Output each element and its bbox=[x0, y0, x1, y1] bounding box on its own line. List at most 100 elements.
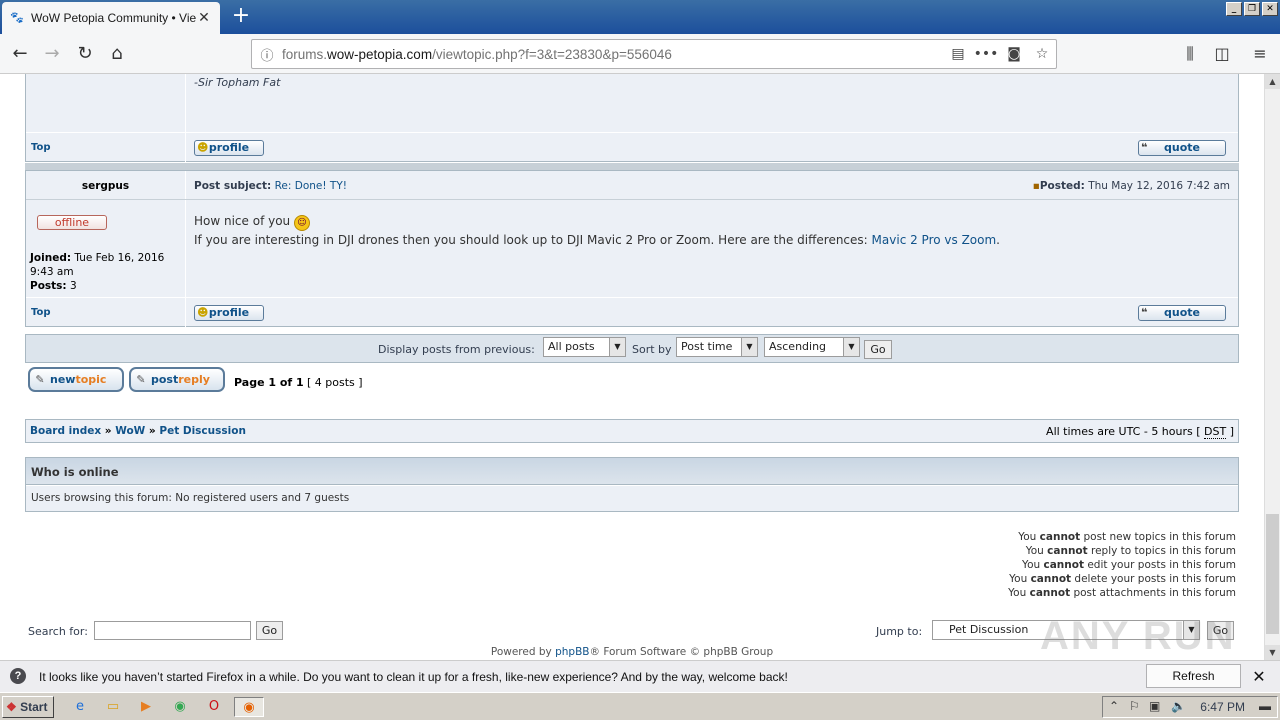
chevron-down-icon: ▼ bbox=[843, 338, 859, 356]
order-select[interactable]: Ascending ▼ bbox=[764, 337, 860, 357]
url-text[interactable]: forums.wow-petopia.com/viewtopic.php?f=3… bbox=[282, 47, 944, 62]
scroll-thumb[interactable] bbox=[1266, 514, 1279, 634]
jump-label: Jump to: bbox=[876, 625, 923, 638]
breadcrumb-wow[interactable]: WoW bbox=[115, 425, 145, 437]
pencil-icon: ✎ bbox=[35, 373, 45, 386]
divider bbox=[26, 199, 1238, 200]
window-controls: _ ❐ ✕ bbox=[1226, 2, 1278, 16]
close-tab-icon[interactable]: ✕ bbox=[196, 10, 212, 26]
post-subject: Post subject: Re: Done! TY! bbox=[194, 180, 347, 192]
mavic-link[interactable]: Mavic 2 Pro vs Zoom bbox=[872, 233, 997, 247]
page-content: -Sir Topham Fat Top ☻ profile ❝ quote serg… bbox=[0, 74, 1264, 660]
ie-icon[interactable]: e bbox=[70, 697, 90, 717]
permission-line: You cannot edit your posts in this forum bbox=[1022, 559, 1236, 571]
tab-title: WoW Petopia Community • View topic bbox=[31, 11, 196, 25]
permission-line: You cannot delete your posts in this for… bbox=[1009, 573, 1236, 585]
start-button[interactable]: ❖ Start bbox=[2, 696, 54, 718]
post: sergpus Post subject: Re: Done! TY! ▪Pos… bbox=[25, 170, 1239, 328]
anyrun-watermark: ANY RUN bbox=[1040, 614, 1236, 658]
new-topic-button[interactable]: ✎ newtopic bbox=[28, 367, 124, 392]
top-link[interactable]: Top bbox=[31, 142, 51, 153]
minimize-button[interactable]: _ bbox=[1226, 2, 1242, 16]
post-reply-button[interactable]: ✎ postreply bbox=[129, 367, 225, 392]
address-bar[interactable]: ⓘ forums.wow-petopia.com/viewtopic.php?f… bbox=[251, 39, 1057, 69]
reply-icon: ✎ bbox=[136, 373, 146, 386]
breadcrumb-links: Board index » WoW » Pet Discussion bbox=[30, 425, 246, 437]
sort-select[interactable]: Post time ▼ bbox=[676, 337, 758, 357]
home-button[interactable]: ⌂ bbox=[103, 40, 131, 68]
menu-icon[interactable]: ≡ bbox=[1246, 40, 1274, 68]
sort-label: Sort by bbox=[632, 343, 672, 356]
page-actions-icon[interactable]: ••• bbox=[972, 46, 1000, 62]
network-icon[interactable]: ▣ bbox=[1149, 699, 1160, 713]
permission-line: You cannot post attachments in this foru… bbox=[1008, 587, 1236, 599]
post-author: sergpus bbox=[81, 180, 130, 192]
refresh-firefox-button[interactable]: Refresh Firefox… bbox=[1146, 664, 1241, 705]
search-input[interactable] bbox=[94, 621, 251, 640]
sidebar-icon[interactable]: ◫ bbox=[1208, 40, 1236, 68]
notification-bar: ? It looks like you haven’t started Fire… bbox=[0, 660, 1280, 705]
close-notification-icon[interactable]: ✕ bbox=[1250, 667, 1268, 687]
breadcrumb-pet-discussion[interactable]: Pet Discussion bbox=[159, 425, 246, 437]
post-body: How nice of you ☺ If you are interesting… bbox=[194, 214, 1000, 247]
site-favicon-icon: 🐾 bbox=[10, 11, 24, 24]
close-window-button[interactable]: ✕ bbox=[1262, 2, 1278, 16]
opera-icon[interactable]: O bbox=[204, 697, 224, 717]
show-desktop-icon[interactable]: ▬ bbox=[1259, 699, 1271, 713]
smiley-icon: ☺ bbox=[294, 215, 310, 231]
posts-total: [ 4 posts ] bbox=[307, 376, 363, 389]
volume-icon[interactable]: 🔈 bbox=[1171, 699, 1186, 713]
active-tab[interactable]: 🐾 WoW Petopia Community • View topic ✕ bbox=[2, 2, 220, 34]
taskbar: ❖ Start e ▭ ▶ ◉ O ◉ ⌃ ⚐ ▣ 🔈 6:47 PM ▬ bbox=[0, 692, 1280, 720]
browser-tab-strip: 🐾 WoW Petopia Community • View topic ✕ +… bbox=[0, 0, 1280, 34]
divider bbox=[26, 297, 1238, 298]
bookmark-star-icon[interactable]: ☆ bbox=[1028, 46, 1056, 62]
profile-icon: ☻ bbox=[197, 141, 209, 154]
previous-post: -Sir Topham Fat Top ☻ profile ❝ quote bbox=[25, 74, 1239, 163]
reader-view-icon[interactable]: ▤ bbox=[944, 46, 972, 62]
explorer-icon[interactable]: ▭ bbox=[103, 697, 123, 717]
post-date: ▪Posted: Thu May 12, 2016 7:42 am bbox=[1032, 180, 1230, 192]
quote-button[interactable]: ❝ quote bbox=[1138, 305, 1226, 321]
media-player-icon[interactable]: ▶ bbox=[136, 697, 156, 717]
new-tab-button[interactable]: + bbox=[228, 4, 254, 30]
post-separator bbox=[25, 163, 1239, 170]
timezone-info: All times are UTC - 5 hours [ DST ] bbox=[1046, 425, 1234, 439]
profile-button[interactable]: ☻ profile bbox=[194, 305, 264, 321]
scroll-up-icon[interactable]: ▲ bbox=[1265, 74, 1280, 89]
sort-go-button[interactable]: Go bbox=[864, 340, 892, 359]
chrome-icon[interactable]: ◉ bbox=[170, 697, 190, 717]
display-label: Display posts from previous: bbox=[378, 343, 535, 356]
quote-button[interactable]: ❝ quote bbox=[1138, 140, 1226, 156]
phpbb-link[interactable]: phpBB bbox=[555, 646, 589, 658]
site-info-icon[interactable]: ⓘ bbox=[252, 45, 282, 64]
tray-expand-icon[interactable]: ⌃ bbox=[1109, 699, 1119, 713]
search-go-button[interactable]: Go bbox=[256, 621, 283, 640]
vertical-scrollbar[interactable]: ▲ ▼ bbox=[1264, 74, 1280, 660]
breadcrumb: Board index » WoW » Pet Discussion All t… bbox=[25, 419, 1239, 443]
display-select[interactable]: All posts ▼ bbox=[543, 337, 626, 357]
back-button[interactable]: ← bbox=[6, 40, 34, 68]
forward-button[interactable]: → bbox=[38, 40, 66, 68]
who-is-online: Who is online Users browsing this forum:… bbox=[25, 457, 1239, 512]
scroll-down-icon[interactable]: ▼ bbox=[1265, 645, 1280, 660]
profile-button[interactable]: ☻ profile bbox=[194, 140, 264, 156]
restore-button[interactable]: ❐ bbox=[1244, 2, 1260, 16]
firefox-taskbar-button[interactable]: ◉ bbox=[234, 697, 264, 717]
chevron-down-icon: ▼ bbox=[609, 338, 625, 356]
pocket-icon[interactable]: ◙ bbox=[1000, 46, 1028, 62]
system-tray: ⌃ ⚐ ▣ 🔈 6:47 PM ▬ bbox=[1102, 696, 1278, 718]
breadcrumb-board-index[interactable]: Board index bbox=[30, 425, 101, 437]
top-link[interactable]: Top bbox=[31, 307, 51, 318]
post-subject-link[interactable]: Re: Done! TY! bbox=[275, 180, 347, 192]
reload-button[interactable]: ↻ bbox=[71, 40, 99, 68]
column-divider bbox=[185, 74, 186, 163]
profile-icon: ☻ bbox=[197, 306, 209, 319]
permission-line: You cannot post new topics in this forum bbox=[1018, 531, 1236, 543]
permissions-list: You cannot post new topics in this forum… bbox=[1008, 530, 1236, 600]
joined-info: Joined: Tue Feb 16, 2016 9:43 am bbox=[30, 252, 165, 278]
offline-badge: offline bbox=[37, 215, 107, 230]
notification-message: It looks like you haven’t started Firefo… bbox=[39, 670, 788, 684]
flag-icon[interactable]: ⚐ bbox=[1129, 699, 1140, 713]
library-icon[interactable]: ⫼ bbox=[1176, 40, 1204, 68]
